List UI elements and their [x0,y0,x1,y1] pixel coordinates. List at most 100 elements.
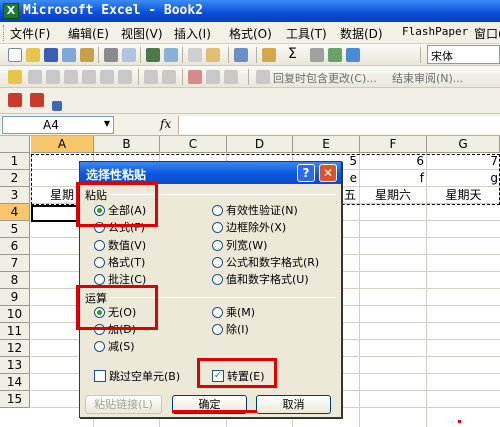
paste-link-button[interactable]: 粘贴链接(L) [85,395,162,414]
chart-wizard-icon[interactable] [328,48,342,62]
menu-tools[interactable]: 工具(T) [286,25,327,42]
menu-insert[interactable]: 插入(I) [174,25,211,42]
menu-file[interactable]: 文件(F) [10,25,50,42]
comment-icon[interactable] [28,70,42,84]
row-header-7[interactable]: 7 [0,255,30,272]
menu-window[interactable]: 窗口(W) [474,25,500,42]
menu-view[interactable]: 视图(V) [121,25,163,42]
permission-icon[interactable] [62,48,76,62]
option-label: 公式和数字格式(R) [226,256,320,269]
menu-grip[interactable] [3,25,6,41]
save-icon[interactable] [44,48,58,62]
name-box-dropdown-icon[interactable]: ▼ [100,116,114,132]
row-header-2[interactable]: 2 [0,170,30,187]
fx-icon[interactable]: fx [160,117,171,131]
column-header-g[interactable]: G [427,136,500,153]
highlight-operation-none [76,285,158,330]
option-label: 列宽(W) [226,239,268,252]
paste-values-number-formats-radio[interactable]: 值和数字格式(U) [212,273,309,287]
email-icon[interactable] [80,48,94,62]
dialog-title-bar: 选择性粘贴 ? ✕ [80,162,341,184]
operation-divide-radio[interactable]: 除(I) [212,323,249,337]
comment-prev-icon[interactable] [46,70,60,84]
track-icon[interactable] [144,70,158,84]
column-header-d[interactable]: D [227,136,293,153]
accept-icon[interactable] [206,70,220,84]
show-comment-icon[interactable] [82,70,96,84]
row-header-14[interactable]: 14 [0,374,30,391]
highlight-icon[interactable] [224,70,238,84]
formula-input[interactable] [178,116,500,134]
reply-with-changes-button[interactable]: 回复时包含更改(C)... [273,70,377,86]
cut-icon[interactable] [188,48,202,62]
row-header-10[interactable]: 10 [0,306,30,323]
row-header-11[interactable]: 11 [0,323,30,340]
ink-icon[interactable] [162,70,176,84]
option-label: 数值(V) [108,239,147,252]
spelling-icon[interactable] [146,48,160,62]
menu-edit[interactable]: 编辑(E) [68,25,109,42]
print-icon[interactable] [104,48,118,62]
excel-icon: X [3,3,19,19]
show-all-comments-icon[interactable] [100,70,114,84]
operation-subtract-radio[interactable]: 减(S) [94,340,135,354]
menu-flashpaper[interactable]: FlashPaper [402,25,468,38]
formula-bar: A4 ▼ fx [0,114,500,136]
folder-icon[interactable] [8,70,22,84]
comment-next-icon[interactable] [64,70,78,84]
row-header-5[interactable]: 5 [0,221,30,238]
font-name-select[interactable]: 宋体 [427,45,500,64]
select-all-corner[interactable] [0,136,30,153]
highlight-transpose [197,358,277,388]
column-header-b[interactable]: B [94,136,160,153]
research-icon[interactable] [164,48,178,62]
row-header-12[interactable]: 12 [0,340,30,357]
operation-multiply-radio[interactable]: 乘(M) [212,306,255,320]
end-review-button[interactable]: 结束审阅(N)... [392,70,463,86]
paste-no-borders-radio[interactable]: 边框除外(X) [212,221,286,235]
close-icon[interactable]: ✕ [319,164,337,182]
paste-formulas-number-formats-radio[interactable]: 公式和数字格式(R) [212,256,319,270]
sort-ascending-icon[interactable] [310,48,324,62]
help-button[interactable]: ? [297,164,315,182]
row-header-4[interactable]: 4 [0,204,30,221]
paste-values-radio[interactable]: 数值(V) [94,239,146,253]
row-header-15[interactable]: 15 [0,391,30,408]
skip-blanks-checkbox[interactable]: 跳过空单元(B) [94,370,180,384]
standard-toolbar: Σ [0,44,500,66]
row-header-13[interactable]: 13 [0,357,30,374]
row-header-1[interactable]: 1 [0,153,30,170]
menu-format[interactable]: 格式(O) [229,25,272,42]
paste-icon[interactable] [206,48,220,62]
column-header-a[interactable]: A [31,136,94,153]
delete-comment-icon[interactable] [118,70,132,84]
separator [256,47,257,63]
column-header-c[interactable]: C [160,136,227,153]
row-header-3[interactable]: 3 [0,187,30,204]
pdf-convert-icon[interactable] [8,93,22,107]
menu-data[interactable]: 数据(D) [340,25,383,42]
row-header-6[interactable]: 6 [0,238,30,255]
paste-formats-radio[interactable]: 格式(T) [94,256,145,270]
paste-column-widths-radio[interactable]: 列宽(W) [212,239,267,253]
reply-icon[interactable] [256,70,270,84]
drawing-icon[interactable] [346,48,360,62]
option-label: 边框除外(X) [226,221,287,234]
print-preview-icon[interactable] [122,48,136,62]
cancel-button[interactable]: 取消 [256,395,331,414]
row-header-8[interactable]: 8 [0,272,30,289]
name-box[interactable]: A4 [2,116,114,134]
title-bar: X Microsoft Excel - Book2 [0,0,500,22]
column-header-e[interactable]: E [293,136,360,153]
reject-icon[interactable] [188,70,202,84]
undo-icon[interactable] [234,48,248,62]
row-header-9[interactable]: 9 [0,289,30,306]
column-header-f[interactable]: F [360,136,427,153]
new-icon[interactable] [8,48,22,62]
toolbar-options-icon[interactable] [52,101,62,111]
hyperlink-icon[interactable] [262,48,276,62]
open-icon[interactable] [26,48,40,62]
autosum-icon[interactable]: Σ [288,46,297,62]
pdf-email-icon[interactable] [30,93,44,107]
paste-validation-radio[interactable]: 有效性验证(N) [212,204,298,218]
